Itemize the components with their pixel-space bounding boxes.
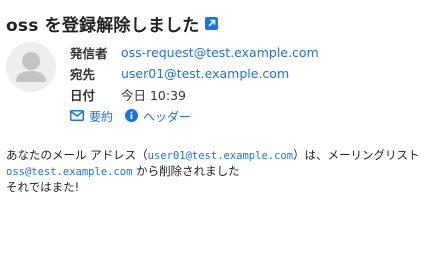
- external-link-icon[interactable]: [205, 17, 219, 30]
- body-line-1-suffix: ）は、メーリングリスト: [293, 148, 420, 162]
- message-body: あなたのメール アドレス（user01@test.example.com）は、メ…: [6, 148, 420, 195]
- page-title: oss を登録解除しました: [6, 16, 200, 36]
- avatar: [6, 42, 56, 92]
- body-line-1-prefix: あなたのメール アドレス（: [6, 148, 148, 162]
- sender-address-link[interactable]: oss-request@test.example.com: [121, 45, 319, 60]
- info-icon: [125, 108, 139, 125]
- summary-button[interactable]: 要約: [70, 108, 113, 125]
- summary-label: 要約: [89, 110, 114, 124]
- date-label: 日付: [70, 88, 96, 103]
- user-address-link[interactable]: user01@test.example.com: [148, 150, 293, 162]
- header-button[interactable]: ヘッダー: [125, 108, 191, 125]
- body-line-2-suffix: から削除されました: [132, 164, 240, 178]
- date-value: 今日 10:39: [121, 88, 186, 103]
- to-address-link[interactable]: user01@test.example.com: [121, 66, 289, 81]
- body-line-3: それではまた!: [6, 180, 80, 194]
- header-label: ヘッダー: [143, 110, 192, 124]
- envelope-icon: [70, 109, 84, 124]
- message-actions: 要約 ヘッダー: [70, 108, 203, 125]
- sender-label: 発信者: [70, 46, 108, 61]
- meta-row-date: 日付 今日 10:39: [70, 84, 319, 105]
- body-line-1: あなたのメール アドレス（user01@test.example.com）は、メ…: [6, 148, 420, 164]
- user-avatar-icon: [16, 52, 46, 82]
- message-meta: 発信者 oss-request@test.example.com 宛先 user…: [70, 42, 319, 105]
- body-line-2: oss@test.example.com から削除されました: [6, 164, 420, 180]
- meta-row-sender: 発信者 oss-request@test.example.com: [70, 42, 319, 63]
- to-label: 宛先: [70, 67, 96, 82]
- meta-row-to: 宛先 user01@test.example.com: [70, 63, 319, 84]
- list-address-link[interactable]: oss@test.example.com: [6, 166, 132, 178]
- subject-header: oss を登録解除しました: [6, 11, 219, 36]
